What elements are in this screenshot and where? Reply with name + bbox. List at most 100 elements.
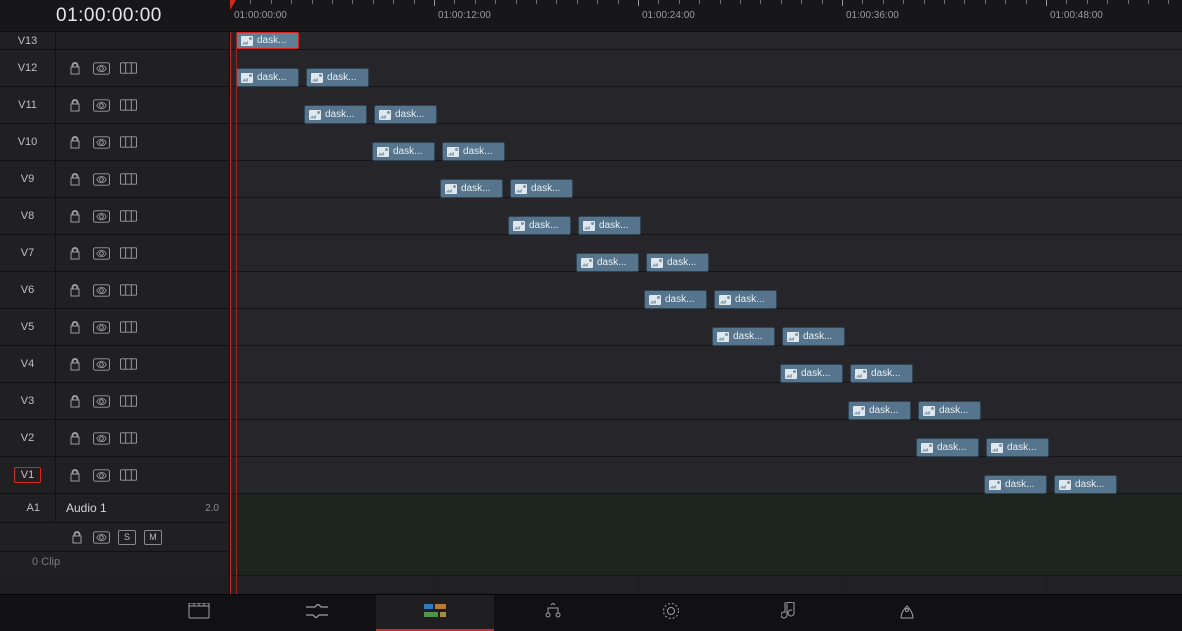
track-display-icon[interactable]: [120, 283, 137, 297]
auto-select-icon[interactable]: [93, 98, 110, 112]
track-dest-v5[interactable]: V5: [14, 319, 41, 335]
audio-lane-a1[interactable]: [230, 494, 1182, 576]
video-lane-v4[interactable]: [230, 346, 1182, 383]
clip[interactable]: dask...: [578, 216, 641, 235]
video-lane-v8[interactable]: [230, 198, 1182, 235]
track-display-icon[interactable]: [120, 172, 137, 186]
track-header-v10[interactable]: V10: [0, 124, 229, 161]
auto-select-icon[interactable]: [93, 394, 110, 408]
track-display-icon[interactable]: [120, 394, 137, 408]
auto-select-icon[interactable]: [93, 172, 110, 186]
page-deliver[interactable]: [848, 595, 966, 631]
track-display-icon[interactable]: [120, 468, 137, 482]
track-display-icon[interactable]: [120, 209, 137, 223]
clip[interactable]: dask...: [440, 179, 503, 198]
lock-icon[interactable]: [66, 394, 83, 408]
track-dest-v9[interactable]: V9: [14, 171, 41, 187]
clip[interactable]: dask...: [712, 327, 775, 346]
auto-select-icon[interactable]: [93, 283, 110, 297]
clip[interactable]: dask...: [510, 179, 573, 198]
track-dest-a1[interactable]: A1: [20, 500, 47, 516]
page-fairlight[interactable]: [730, 595, 848, 631]
track-header-v9[interactable]: V9: [0, 161, 229, 198]
clip[interactable]: dask...: [986, 438, 1049, 457]
clip[interactable]: dask...: [306, 68, 369, 87]
lock-icon[interactable]: [66, 172, 83, 186]
track-dest-v10[interactable]: V10: [11, 134, 45, 150]
lock-icon[interactable]: [68, 530, 85, 544]
track-dest-v13[interactable]: V13: [11, 33, 45, 49]
clip[interactable]: dask...: [780, 364, 843, 383]
lock-icon[interactable]: [66, 431, 83, 445]
clip[interactable]: dask...: [508, 216, 571, 235]
track-dest-v8[interactable]: V8: [14, 208, 41, 224]
clip[interactable]: dask...: [782, 327, 845, 346]
auto-select-icon[interactable]: [93, 135, 110, 149]
track-header-v6[interactable]: V6: [0, 272, 229, 309]
page-media[interactable]: [140, 595, 258, 631]
page-edit[interactable]: [376, 595, 494, 631]
auto-select-icon[interactable]: [93, 468, 110, 482]
timeline-tracks[interactable]: dask... dask... dask... dask... dask... dask.…: [230, 32, 1182, 594]
track-display-icon[interactable]: [120, 135, 137, 149]
lock-icon[interactable]: [66, 320, 83, 334]
clip[interactable]: dask...: [646, 253, 709, 272]
lock-icon[interactable]: [66, 209, 83, 223]
auto-select-icon[interactable]: [93, 209, 110, 223]
track-display-icon[interactable]: [120, 357, 137, 371]
auto-select-icon[interactable]: [93, 530, 110, 544]
track-dest-v2[interactable]: V2: [14, 430, 41, 446]
video-lane-v5[interactable]: [230, 309, 1182, 346]
clip[interactable]: dask...: [236, 32, 299, 49]
clip[interactable]: dask...: [1054, 475, 1117, 494]
mute-button[interactable]: M: [144, 530, 162, 545]
lock-icon[interactable]: [66, 246, 83, 260]
clip[interactable]: dask...: [916, 438, 979, 457]
clip[interactable]: dask...: [850, 364, 913, 383]
clip[interactable]: dask...: [848, 401, 911, 420]
track-header-v4[interactable]: V4: [0, 346, 229, 383]
clip[interactable]: dask...: [576, 253, 639, 272]
track-display-icon[interactable]: [120, 98, 137, 112]
clip[interactable]: dask...: [372, 142, 435, 161]
video-lane-v13[interactable]: [230, 32, 1182, 50]
track-dest-v3[interactable]: V3: [14, 393, 41, 409]
clip[interactable]: dask...: [304, 105, 367, 124]
page-color[interactable]: [612, 595, 730, 631]
track-dest-v4[interactable]: V4: [14, 356, 41, 372]
track-header-v12[interactable]: V12: [0, 50, 229, 87]
track-header-v11[interactable]: V11: [0, 87, 229, 124]
track-header-v2[interactable]: V2: [0, 420, 229, 457]
track-header-a1[interactable]: A1Audio 12.0: [0, 494, 229, 523]
clip[interactable]: dask...: [918, 401, 981, 420]
track-display-icon[interactable]: [120, 61, 137, 75]
track-header-v5[interactable]: V5: [0, 309, 229, 346]
lock-icon[interactable]: [66, 357, 83, 371]
clip[interactable]: dask...: [236, 68, 299, 87]
page-cut[interactable]: [258, 595, 376, 631]
auto-select-icon[interactable]: [93, 320, 110, 334]
video-lane-v3[interactable]: [230, 383, 1182, 420]
track-display-icon[interactable]: [120, 246, 137, 260]
track-dest-v6[interactable]: V6: [14, 282, 41, 298]
track-header-v13[interactable]: V13: [0, 32, 229, 50]
lock-icon[interactable]: [66, 61, 83, 75]
track-header-v3[interactable]: V3: [0, 383, 229, 420]
track-dest-v11[interactable]: V11: [11, 97, 44, 113]
track-display-icon[interactable]: [120, 320, 137, 334]
track-header-v8[interactable]: V8: [0, 198, 229, 235]
clip[interactable]: dask...: [374, 105, 437, 124]
timeline-ruler[interactable]: 01:00:00:0001:00:12:0001:00:24:0001:00:3…: [230, 0, 1182, 31]
lock-icon[interactable]: [66, 98, 83, 112]
video-lane-v12[interactable]: [230, 50, 1182, 87]
page-fusion[interactable]: [494, 595, 612, 631]
lock-icon[interactable]: [66, 135, 83, 149]
video-lane-v9[interactable]: [230, 161, 1182, 198]
clip[interactable]: dask...: [714, 290, 777, 309]
track-dest-v1[interactable]: V1: [14, 467, 41, 483]
current-timecode[interactable]: 01:00:00:00: [0, 0, 230, 31]
track-dest-v12[interactable]: V12: [11, 60, 45, 76]
lock-icon[interactable]: [66, 283, 83, 297]
track-header-v1[interactable]: V1: [0, 457, 229, 494]
track-display-icon[interactable]: [120, 431, 137, 445]
